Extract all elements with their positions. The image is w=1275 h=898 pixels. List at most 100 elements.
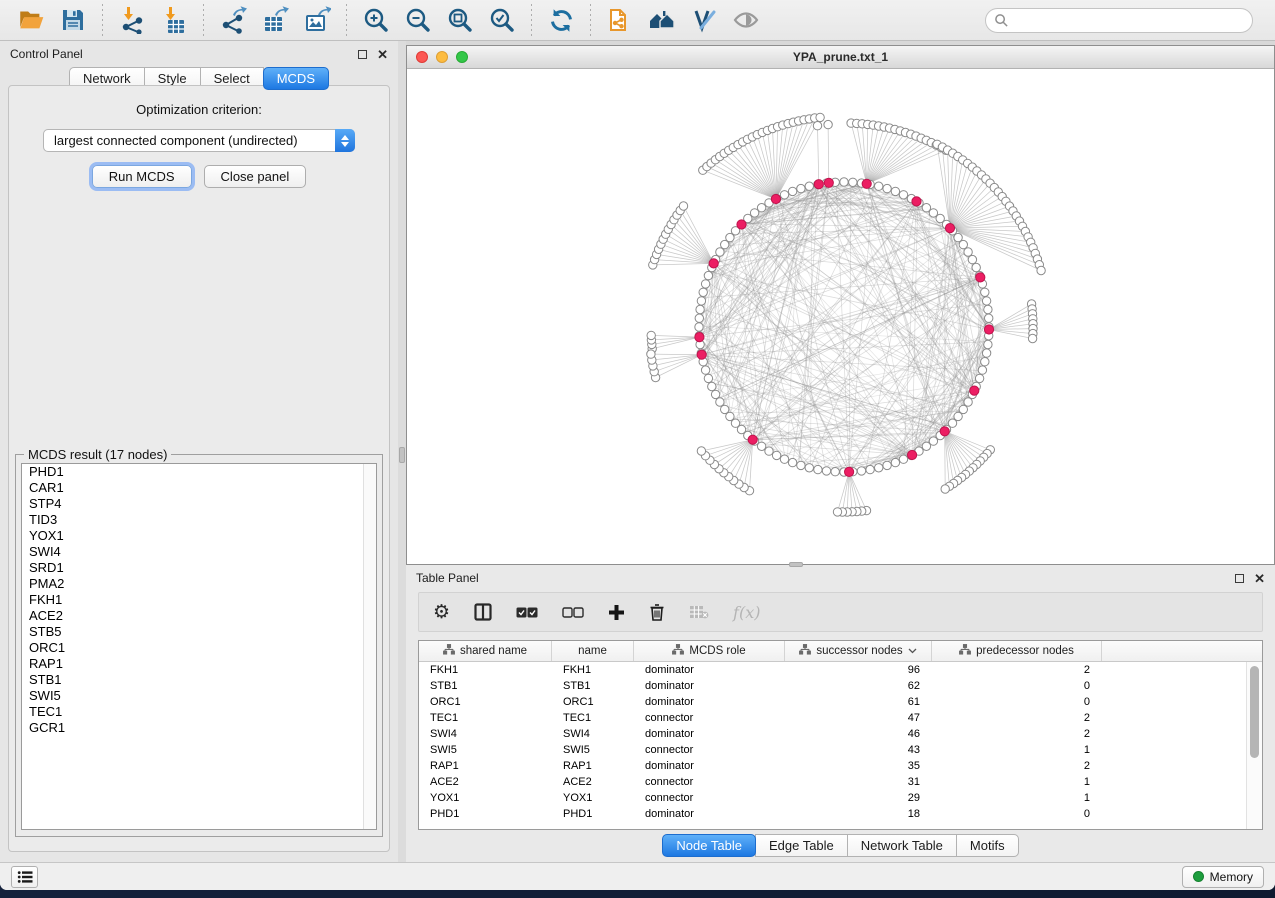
horizontal-splitter-handle[interactable] [789, 562, 803, 567]
table-row-PHD1[interactable]: PHD1PHD1dominator180 [419, 806, 1246, 822]
zoom-fit-icon[interactable] [443, 4, 477, 36]
table-cell[interactable]: connector [634, 712, 785, 724]
deselect-all-icon[interactable] [562, 598, 584, 626]
column-header-successor-nodes[interactable]: successor nodes [785, 641, 932, 661]
table-cell[interactable]: 2 [932, 712, 1102, 724]
table-row-TEC1[interactable]: TEC1TEC1connector472 [419, 710, 1246, 726]
table-cell[interactable]: RAP1 [419, 760, 552, 772]
table-cell[interactable]: 62 [785, 680, 932, 692]
column-header-predecessor-nodes[interactable]: predecessor nodes [932, 641, 1102, 661]
table-cell[interactable]: 47 [785, 712, 932, 724]
table-cell[interactable]: 18 [785, 808, 932, 820]
table-cell[interactable]: YOX1 [419, 792, 552, 804]
select-all-icon[interactable] [516, 598, 538, 626]
table-cell[interactable]: SWI5 [419, 744, 552, 756]
table-cell[interactable]: 2 [932, 664, 1102, 676]
mcds-result-item[interactable]: TEC1 [22, 704, 376, 720]
close-panel-button[interactable]: Close panel [204, 165, 307, 188]
network-canvas[interactable] [407, 69, 1274, 564]
import-table-icon[interactable] [157, 4, 191, 36]
table-cell[interactable]: YOX1 [552, 792, 634, 804]
table-row-SWI5[interactable]: SWI5SWI5connector431 [419, 742, 1246, 758]
save-session-icon[interactable] [56, 4, 90, 36]
table-tab-node-table[interactable]: Node Table [662, 834, 756, 857]
table-cell[interactable]: PHD1 [552, 808, 634, 820]
export-table-icon[interactable] [258, 4, 292, 36]
task-history-button[interactable] [11, 866, 38, 888]
close-table-panel-icon[interactable]: ✕ [1254, 574, 1265, 583]
table-row-FKH1[interactable]: FKH1FKH1dominator962 [419, 662, 1246, 678]
table-cell[interactable]: PHD1 [419, 808, 552, 820]
zoom-in-icon[interactable] [359, 4, 393, 36]
table-cell[interactable]: 43 [785, 744, 932, 756]
table-cell[interactable]: connector [634, 776, 785, 788]
mcds-result-item[interactable]: SWI4 [22, 544, 376, 560]
table-cell[interactable]: TEC1 [552, 712, 634, 724]
table-scrollbar-thumb[interactable] [1250, 666, 1259, 758]
column-selector-icon[interactable] [474, 598, 492, 626]
table-tab-network-table[interactable]: Network Table [847, 834, 957, 857]
table-cell[interactable]: ACE2 [419, 776, 552, 788]
export-image-icon[interactable] [300, 4, 334, 36]
mcds-result-item[interactable]: TID3 [22, 512, 376, 528]
mcds-result-item[interactable]: CAR1 [22, 480, 376, 496]
table-tab-motifs[interactable]: Motifs [956, 834, 1019, 857]
mcds-result-item[interactable]: STB5 [22, 624, 376, 640]
control-tab-mcds[interactable]: MCDS [263, 67, 329, 90]
zoom-out-icon[interactable] [401, 4, 435, 36]
vertical-splitter[interactable] [398, 41, 406, 862]
mcds-result-item[interactable]: ORC1 [22, 640, 376, 656]
table-cell[interactable]: STB1 [419, 680, 552, 692]
column-header-name[interactable]: name [552, 641, 634, 661]
table-cell[interactable]: ORC1 [419, 696, 552, 708]
mcds-list-scrollbar[interactable] [363, 464, 376, 829]
table-cell[interactable]: dominator [634, 696, 785, 708]
table-row-ORC1[interactable]: ORC1ORC1dominator610 [419, 694, 1246, 710]
table-cell[interactable]: ACE2 [552, 776, 634, 788]
table-cell[interactable]: dominator [634, 664, 785, 676]
table-cell[interactable]: dominator [634, 680, 785, 692]
table-cell[interactable]: 0 [932, 808, 1102, 820]
table-cell[interactable]: 2 [932, 760, 1102, 772]
table-cell[interactable]: RAP1 [552, 760, 634, 772]
mcds-result-item[interactable]: PMA2 [22, 576, 376, 592]
table-cell[interactable]: 31 [785, 776, 932, 788]
mcds-result-item[interactable]: ACE2 [22, 608, 376, 624]
table-cell[interactable]: STB1 [552, 680, 634, 692]
home-icon[interactable] [645, 4, 679, 36]
table-cell[interactable]: SWI5 [552, 744, 634, 756]
refresh-view-icon[interactable] [544, 4, 578, 36]
table-cell[interactable]: dominator [634, 728, 785, 740]
network-window-titlebar[interactable]: YPA_prune.txt_1 [407, 46, 1274, 69]
share-document-icon[interactable] [603, 4, 637, 36]
table-cell[interactable]: 35 [785, 760, 932, 772]
table-cell[interactable]: 1 [932, 792, 1102, 804]
export-network-icon[interactable] [216, 4, 250, 36]
column-header-MCDS-role[interactable]: MCDS role [634, 641, 785, 661]
run-mcds-button[interactable]: Run MCDS [92, 165, 192, 188]
search-input[interactable] [1009, 13, 1252, 27]
table-row-ACE2[interactable]: ACE2ACE2connector311 [419, 774, 1246, 790]
mcds-result-item[interactable]: SWI5 [22, 688, 376, 704]
table-cell[interactable]: 1 [932, 744, 1102, 756]
memory-button[interactable]: Memory [1182, 866, 1264, 888]
float-panel-icon[interactable] [358, 50, 367, 59]
mcds-result-item[interactable]: PHD1 [22, 464, 376, 480]
table-cell[interactable]: SWI4 [552, 728, 634, 740]
open-file-icon[interactable] [14, 4, 48, 36]
table-cell[interactable]: FKH1 [419, 664, 552, 676]
mcds-result-item[interactable]: RAP1 [22, 656, 376, 672]
show-graphics-eye-icon[interactable] [729, 4, 763, 36]
column-header-shared-name[interactable]: shared name [419, 641, 552, 661]
close-panel-icon[interactable]: ✕ [377, 50, 388, 59]
zoom-selected-icon[interactable] [485, 4, 519, 36]
table-cell[interactable]: TEC1 [419, 712, 552, 724]
table-cell[interactable]: ORC1 [552, 696, 634, 708]
table-cell[interactable]: 46 [785, 728, 932, 740]
table-scrollbar[interactable] [1246, 662, 1262, 829]
table-cell[interactable]: connector [634, 792, 785, 804]
mcds-result-item[interactable]: FKH1 [22, 592, 376, 608]
hide-style-icon[interactable] [687, 4, 721, 36]
mcds-result-item[interactable]: YOX1 [22, 528, 376, 544]
table-cell[interactable]: 29 [785, 792, 932, 804]
